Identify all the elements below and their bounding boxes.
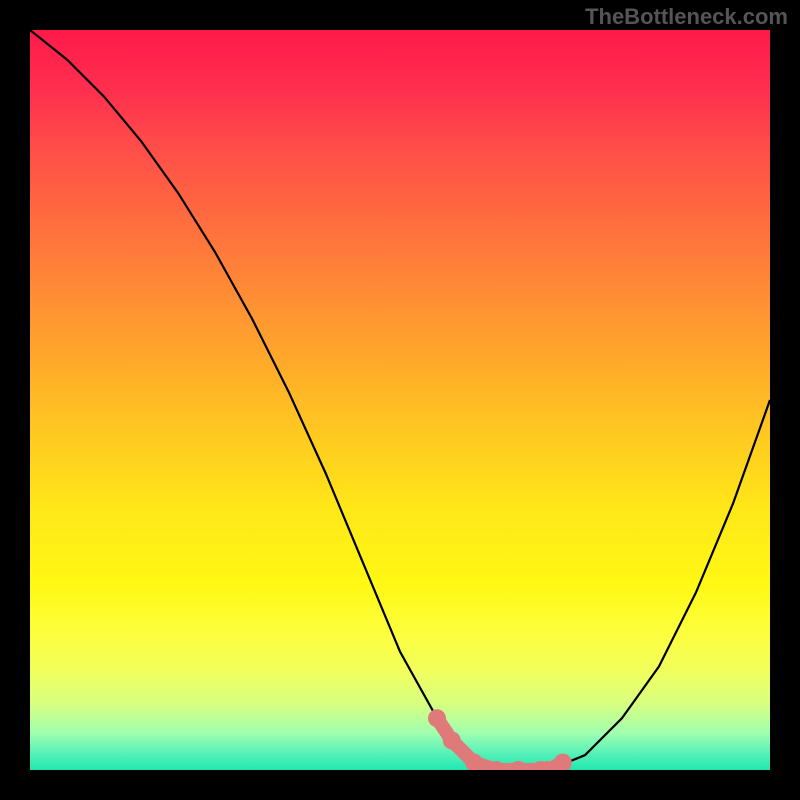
marker-point — [509, 761, 527, 770]
marker-point — [443, 731, 461, 749]
bottleneck-curve — [30, 30, 770, 770]
marker-point — [428, 709, 446, 727]
chart-overlay — [30, 30, 770, 770]
marker-group — [428, 709, 572, 770]
watermark-text: TheBottleneck.com — [585, 4, 788, 30]
marker-point — [554, 754, 572, 770]
plot-area — [30, 30, 770, 770]
